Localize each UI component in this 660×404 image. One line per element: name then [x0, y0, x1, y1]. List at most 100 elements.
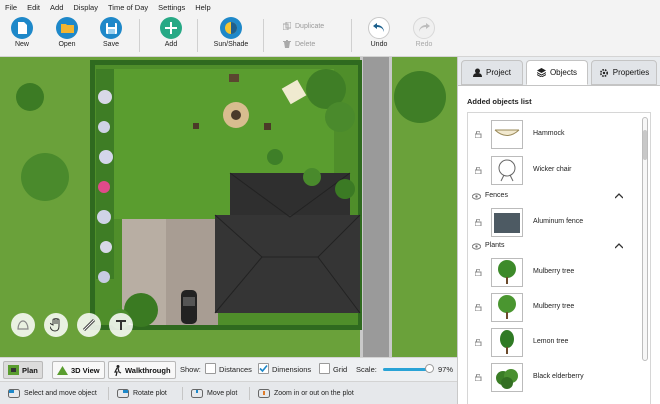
menu-file[interactable]: File — [0, 3, 22, 12]
add-button[interactable]: Add — [151, 17, 191, 48]
object-label: Wicker chair — [533, 166, 572, 173]
redo-label: Redo — [415, 41, 433, 48]
open-button[interactable]: Open — [47, 17, 87, 48]
dimensions-checkbox[interactable] — [258, 363, 269, 374]
tab-properties[interactable]: Properties — [591, 60, 657, 85]
undo-button[interactable]: Undo — [359, 17, 399, 48]
menu-help[interactable]: Help — [190, 3, 215, 12]
measure-tool-button[interactable] — [77, 313, 101, 337]
list-item[interactable]: Aluminum fence — [468, 207, 638, 239]
new-file-icon — [11, 17, 33, 39]
object-label: Black elderberry — [533, 373, 584, 380]
list-item[interactable]: Hammock — [468, 119, 638, 151]
unlock-icon[interactable] — [475, 131, 482, 138]
objects-list: Hammock Wicker chair Fences Aluminum fen… — [467, 112, 651, 404]
fence-icon — [491, 208, 523, 237]
scale-slider[interactable] — [383, 368, 431, 371]
3d-view-button[interactable]: 3D View — [52, 361, 105, 379]
mouse-right-click-icon — [117, 389, 129, 398]
list-item[interactable]: Lemon tree — [468, 327, 638, 359]
save-label: Save — [103, 41, 119, 48]
panel-tabs: Project Objects Properties — [458, 57, 660, 87]
new-button[interactable]: New — [2, 17, 42, 48]
sun-shade-button[interactable]: Sun/Shade — [208, 17, 254, 48]
wicker-chair-icon — [491, 156, 523, 185]
mouse-middle-click-icon — [191, 389, 203, 398]
mouse-scroll-icon — [258, 389, 270, 398]
object-label: Lemon tree — [533, 338, 569, 345]
terrain-tool-button[interactable] — [11, 313, 35, 337]
duplicate-label: Duplicate — [295, 22, 325, 30]
tab-project-label: Project — [486, 68, 511, 77]
save-button[interactable]: Save — [91, 17, 131, 48]
status-rotate: Rotate plot — [117, 389, 167, 398]
delete-button[interactable]: Delete — [283, 40, 315, 48]
eye-icon[interactable] — [472, 193, 481, 200]
menu-display[interactable]: Display — [68, 3, 103, 12]
hand-pan-button[interactable] — [44, 313, 68, 337]
distances-checkbox[interactable] — [205, 363, 216, 374]
tab-objects[interactable]: Objects — [526, 60, 588, 85]
unlock-icon[interactable] — [475, 374, 482, 381]
text-tool-button[interactable] — [109, 313, 133, 337]
walkthrough-button[interactable]: Walkthrough — [108, 361, 176, 379]
objects-scrollbar[interactable] — [642, 117, 648, 361]
plus-icon — [160, 17, 182, 39]
plan-view-button[interactable]: Plan — [3, 361, 43, 379]
group-header-plants[interactable]: Plants — [468, 240, 638, 254]
chevron-up-icon[interactable] — [615, 243, 623, 249]
distances-label: Distances — [219, 365, 252, 374]
hammock-icon — [491, 120, 523, 149]
list-item[interactable]: Mulberry tree — [468, 292, 638, 324]
menu-time-of-day[interactable]: Time of Day — [103, 3, 153, 12]
tab-properties-label: Properties — [612, 68, 650, 77]
list-item[interactable]: Wicker chair — [468, 155, 638, 187]
sun-shade-label: Sun/Shade — [213, 41, 249, 48]
hand-icon — [50, 318, 60, 332]
status-zoom-text: Zoom in or out on the plot — [274, 390, 354, 397]
list-item[interactable]: Black elderberry — [468, 362, 638, 394]
status-bar: Select and move object Rotate plot Move … — [0, 381, 457, 404]
plot-canvas[interactable] — [0, 57, 457, 357]
scrollbar-thumb[interactable] — [643, 130, 647, 160]
dimensions-label: Dimensions — [272, 365, 312, 374]
duplicate-button[interactable]: Duplicate — [283, 22, 324, 30]
status-move-text: Move plot — [207, 390, 238, 397]
terrain-icon — [17, 320, 29, 330]
tab-project[interactable]: Project — [461, 60, 523, 85]
project-icon — [473, 68, 483, 77]
objects-panel: Added objects list Hammock Wicker chair — [458, 85, 660, 404]
status-divider — [108, 387, 109, 400]
3d-view-label: 3D View — [71, 365, 100, 375]
undo-label: Undo — [370, 41, 388, 48]
tree-icon — [491, 258, 523, 287]
unlock-icon[interactable] — [475, 339, 482, 346]
unlock-icon[interactable] — [475, 269, 482, 276]
view-bar: Plan 3D View Walkthrough Show: Distances… — [0, 357, 457, 381]
unlock-icon[interactable] — [475, 304, 482, 311]
menu-add[interactable]: Add — [45, 3, 68, 12]
shrub-icon — [491, 363, 523, 392]
tree-icon — [491, 293, 523, 322]
eye-icon[interactable] — [472, 243, 481, 250]
sun-shade-icon — [220, 17, 242, 39]
garden-plan — [0, 57, 457, 357]
unlock-icon[interactable] — [475, 167, 482, 174]
unlock-icon[interactable] — [475, 219, 482, 226]
checkmark-icon — [259, 364, 268, 373]
chevron-up-icon[interactable] — [615, 193, 623, 199]
toolbar-divider — [139, 19, 140, 52]
open-label: Open — [58, 41, 76, 48]
scale-slider-handle[interactable] — [425, 364, 434, 373]
menu-settings[interactable]: Settings — [153, 3, 190, 12]
menu-edit[interactable]: Edit — [22, 3, 45, 12]
group-header-fences[interactable]: Fences — [468, 190, 638, 204]
object-label: Hammock — [533, 130, 565, 137]
tree-icon — [491, 328, 523, 357]
grid-checkbox[interactable] — [319, 363, 330, 374]
toolbar-divider — [263, 19, 264, 52]
list-item[interactable]: Mulberry tree — [468, 257, 638, 289]
delete-label: Delete — [295, 40, 316, 48]
redo-button[interactable]: Redo — [404, 17, 444, 48]
text-icon — [116, 320, 126, 330]
